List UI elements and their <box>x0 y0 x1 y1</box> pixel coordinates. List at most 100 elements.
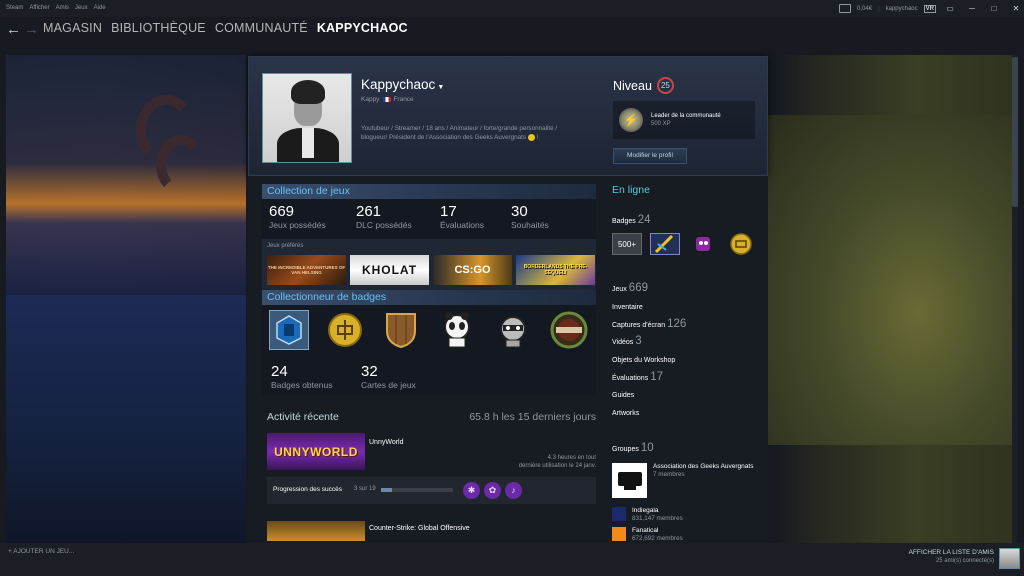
reviews-link[interactable]: Évaluations 17 <box>612 371 663 383</box>
videos-label: Vidéos <box>612 339 634 346</box>
stat-label: Évaluations <box>440 220 484 230</box>
user-avatar[interactable] <box>999 548 1020 569</box>
games-label: Jeux <box>612 286 627 293</box>
level-label: Niveau <box>613 78 652 93</box>
achievement-progress[interactable]: Progression des succès 3 sur 19 ✱ ✿ ♪ <box>267 477 596 504</box>
menu-games[interactable]: Jeux <box>75 5 88 11</box>
achievement-icon[interactable]: ✿ <box>484 482 501 499</box>
nav-library[interactable]: BIBLIOTHÈQUE <box>111 21 206 35</box>
background-sky <box>6 55 246 295</box>
screenshots-count: 126 <box>667 318 687 330</box>
achievement-progress-bar <box>381 488 453 492</box>
stat-games-owned[interactable]: 669 Jeux possédés <box>269 203 356 239</box>
workshop-link[interactable]: Objets du Workshop <box>612 357 675 364</box>
purple-monster-badge-icon[interactable] <box>688 233 718 255</box>
level-badge[interactable]: 25 <box>656 77 674 94</box>
sidebar-badges: 500+ <box>612 233 756 255</box>
reviews-count: 17 <box>650 371 663 383</box>
summary-end: ! <box>536 134 539 141</box>
add-game-button[interactable]: + AJOUTER UN JEU... <box>8 548 74 555</box>
blue-shield-badge-icon[interactable] <box>269 310 309 350</box>
groups-link[interactable]: Groupes 10 <box>612 442 654 454</box>
favorite-badge-xp: 500 XP <box>651 121 671 127</box>
wreath-badge-icon[interactable] <box>549 310 589 350</box>
screenshots-link[interactable]: Captures d'écran 126 <box>612 318 686 330</box>
game-capsule-kholat[interactable]: KHOLAT <box>350 255 429 285</box>
title-bar: Steam Afficher Amis Jeux Aide 0,04€ | ka… <box>0 0 1024 17</box>
guides-link[interactable]: Guides <box>612 392 634 399</box>
achievement-icon[interactable]: ✱ <box>463 482 480 499</box>
screenshots-label: Captures d'écran <box>612 322 666 329</box>
minimize-icon[interactable]: ─ <box>964 4 980 13</box>
stat-trading-cards[interactable]: 32 Cartes de jeux <box>361 363 451 395</box>
csgo-capsule[interactable] <box>267 521 365 541</box>
nav-profile[interactable]: KAPPYCHAOC <box>317 21 408 35</box>
activity-game-last-played: dernière utilisation le 24 janv. <box>518 463 596 469</box>
scrollbar-thumb[interactable] <box>1012 57 1018 207</box>
forward-arrow-icon[interactable]: → <box>24 21 39 38</box>
panda-badge-icon[interactable] <box>437 310 477 350</box>
notifications-icon[interactable] <box>839 4 852 13</box>
maximize-icon[interactable]: □ <box>986 4 1002 13</box>
stat-dlc-owned[interactable]: 261 DLC possédés <box>356 203 440 239</box>
favorite-badge[interactable]: ⚡ Leader de la communauté 500 XP <box>613 101 755 139</box>
menu-steam[interactable]: Steam <box>6 5 23 11</box>
profile-avatar <box>262 73 352 163</box>
activity-game-hours: 4.3 heures en tout <box>547 455 596 461</box>
big-picture-icon[interactable]: ▭ <box>942 4 958 13</box>
page-scrollbar[interactable] <box>1012 55 1018 543</box>
stat-label: Souhaités <box>511 220 549 230</box>
achievement-icon[interactable]: ♪ <box>505 482 522 499</box>
stat-badges-earned[interactable]: 24 Badges obtenus <box>271 363 361 395</box>
capsule-logo-text: UNNYWORLD <box>274 444 358 459</box>
stat-label: DLC possédés <box>356 220 412 230</box>
friends-list-label: AFFICHER LA LISTE D'AMIS <box>908 549 994 556</box>
videos-link[interactable]: Vidéos 3 <box>612 335 642 347</box>
close-icon[interactable]: ✕ <box>1008 4 1024 13</box>
inventory-link[interactable]: Inventaire <box>612 304 643 311</box>
background-tentacle <box>156 135 206 195</box>
artworks-link[interactable]: Artworks <box>612 410 639 417</box>
stat-wishlist[interactable]: 30 Souhaités <box>511 203 581 239</box>
profile-header: Kappychaoc ▼ Kappy France Youtubeur / Stre… <box>248 56 768 176</box>
gold-medal-badge-icon[interactable] <box>726 233 756 255</box>
online-status: En ligne <box>612 184 650 196</box>
nav-store[interactable]: MAGASIN <box>43 21 102 35</box>
badges-link[interactable]: Badges 24 <box>612 214 651 226</box>
caret-down-icon[interactable]: ▼ <box>437 84 444 91</box>
activity-game-name[interactable]: Counter-Strike: Global Offensive <box>369 525 470 532</box>
game-capsule-csgo[interactable]: CS:GO <box>433 255 512 285</box>
nav-community[interactable]: COMMUNAUTÉ <box>215 21 308 35</box>
game-capsule-borderlands[interactable]: BORDERLANDS THE PRE-SEQUEL! <box>516 255 595 285</box>
stat-value: 30 <box>511 203 528 220</box>
activity-game-name[interactable]: UnnyWorld <box>369 439 404 446</box>
game-capsule-van-helsing[interactable]: THE INCREDIBLE ADVENTURES OF VAN HELSING <box>267 255 346 285</box>
badge-icons-row <box>262 305 596 357</box>
group-item[interactable]: Indiegala 831,147 membres <box>612 507 683 523</box>
persona-name[interactable]: Kappychaoc ▼ <box>361 77 444 92</box>
country-text: France <box>393 96 414 103</box>
friends-list-button[interactable]: AFFICHER LA LISTE D'AMIS 25 ami(s) conne… <box>909 548 994 566</box>
edit-profile-button[interactable]: Modifier le profil <box>613 148 687 164</box>
stat-reviews[interactable]: 17 Évaluations <box>440 203 511 239</box>
group-item[interactable]: Fanatical 672,692 membres <box>612 527 683 543</box>
raccoon-badge-icon[interactable] <box>493 310 533 350</box>
art-badge-icon[interactable] <box>650 233 680 255</box>
unnyworld-capsule[interactable]: UNNYWORLD <box>267 433 365 470</box>
account-username[interactable]: kappychaoc <box>886 6 918 12</box>
gold-medal-badge-icon[interactable] <box>325 310 365 350</box>
persona-name-text: Kappychaoc <box>361 77 436 92</box>
games-link[interactable]: Jeux 669 <box>612 282 648 294</box>
flag-icon <box>383 96 392 102</box>
friends-online-count: 25 ami(s) connecté(s) <box>935 558 994 564</box>
back-arrow-icon[interactable]: ← <box>6 21 21 38</box>
games-showcase: Collection de jeux 669 Jeux possédés 261… <box>262 184 596 290</box>
menu-friends[interactable]: Amis <box>56 5 69 11</box>
menu-view[interactable]: Afficher <box>29 5 49 11</box>
vr-icon[interactable]: VR <box>923 4 936 13</box>
wooden-shield-badge-icon[interactable] <box>381 310 421 350</box>
group-item[interactable]: Association des Geeks Auvergnats 7 membr… <box>612 463 753 498</box>
nav-bar: ← → MAGASIN BIBLIOTHÈQUE COMMUNAUTÉ KAPP… <box>0 17 1024 55</box>
menu-help[interactable]: Aide <box>94 5 106 11</box>
500-games-badge-icon[interactable]: 500+ <box>612 233 642 255</box>
